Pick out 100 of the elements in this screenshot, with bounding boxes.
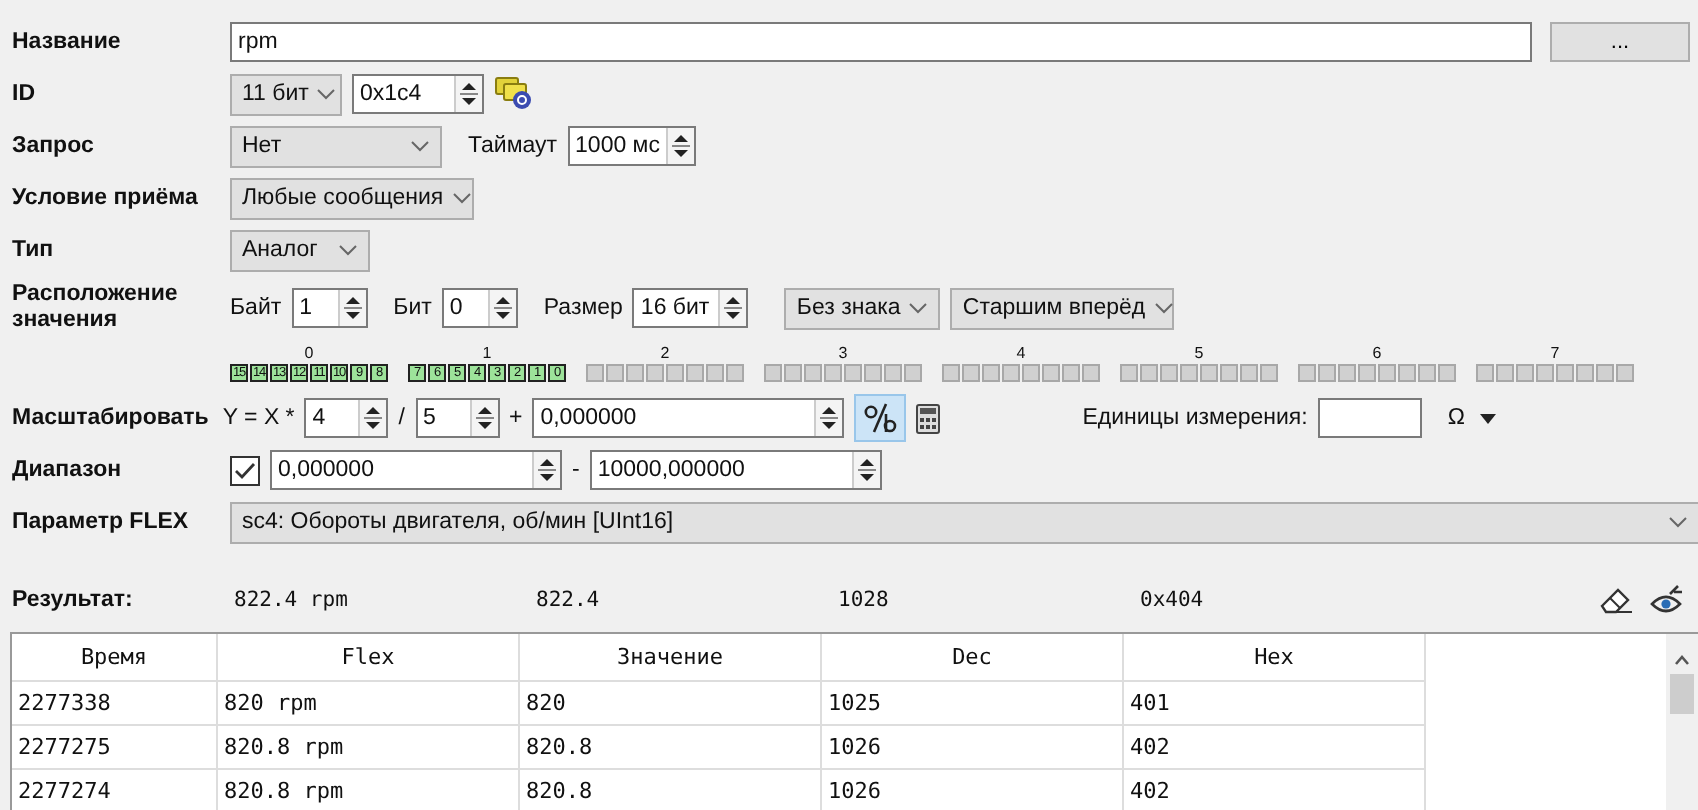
table-cell: 2277274 — [12, 769, 217, 810]
bit-cell[interactable] — [726, 364, 744, 382]
result-value: 822.4 — [536, 588, 602, 612]
bit-cell[interactable] — [1022, 364, 1040, 382]
bit-cell[interactable] — [1438, 364, 1456, 382]
chevron-icon — [1153, 302, 1174, 314]
bit-cell[interactable] — [764, 364, 782, 382]
name-field[interactable]: rpm — [230, 22, 1532, 62]
formula-text: Y = X * — [222, 406, 295, 430]
column-header[interactable]: Dec — [821, 634, 1123, 681]
bit-cell[interactable] — [706, 364, 724, 382]
size-label: Размер — [543, 296, 623, 320]
bit-cell[interactable] — [1298, 364, 1316, 382]
bit-cell[interactable] — [1002, 364, 1020, 382]
table-cell: 2277338 — [12, 681, 217, 725]
bit-cell[interactable] — [1516, 364, 1534, 382]
table-cell: 820.8 rpm — [217, 725, 519, 769]
calculator-icon[interactable] — [916, 403, 941, 433]
bit-cell[interactable] — [1338, 364, 1356, 382]
result-value: 0x404 — [1140, 588, 1206, 612]
bit-cell[interactable] — [686, 364, 704, 382]
byte-order-dropdown[interactable]: Старшим вперёд — [950, 287, 1175, 329]
bit-cell[interactable] — [1260, 364, 1278, 382]
bit-cell[interactable] — [824, 364, 842, 382]
table-cell: 401 — [1123, 681, 1425, 725]
browse-button[interactable]: ... — [1550, 22, 1690, 62]
table-cell: 820.8 — [519, 725, 821, 769]
bit-cell[interactable] — [864, 364, 882, 382]
sign-dropdown[interactable]: Без знака — [784, 287, 941, 329]
field-label: Тип — [12, 238, 56, 262]
bit-cell[interactable] — [804, 364, 822, 382]
bit-cell[interactable] — [1160, 364, 1178, 382]
range-checkbox[interactable] — [230, 455, 260, 485]
bit-cell[interactable] — [1318, 364, 1336, 382]
bit-cell[interactable] — [1476, 364, 1494, 382]
bit-cell[interactable] — [1042, 364, 1060, 382]
bit-cell[interactable] — [586, 364, 604, 382]
caret-icon — [1480, 413, 1497, 423]
bit-cell[interactable] — [844, 364, 862, 382]
result-value: 822.4 rpm — [234, 588, 350, 612]
symbol-menu-button[interactable]: Ω — [1447, 406, 1497, 430]
bit-cell[interactable] — [626, 364, 644, 382]
bit-cell[interactable] — [1180, 364, 1198, 382]
request-dropdown[interactable]: Нет — [230, 125, 442, 167]
bit-cell[interactable] — [1082, 364, 1100, 382]
bit-cell[interactable] — [1062, 364, 1080, 382]
plus-sign: + — [509, 406, 523, 430]
byte-number: 3 — [838, 344, 848, 364]
bit-label: Бит — [393, 296, 432, 320]
scroll-thumb[interactable] — [1670, 674, 1694, 714]
bit-cell[interactable] — [1616, 364, 1634, 382]
condition-dropdown[interactable]: Любые сообщения — [230, 177, 474, 219]
bit-cell[interactable] — [784, 364, 802, 382]
field-label: ID — [12, 82, 37, 106]
scroll-up-icon[interactable] — [1674, 654, 1690, 666]
table-cell: 402 — [1123, 725, 1425, 769]
bit-cell[interactable] — [962, 364, 980, 382]
column-header[interactable]: Время — [12, 634, 217, 681]
result-label: Результат: — [12, 588, 135, 612]
bit-cell[interactable] — [1556, 364, 1574, 382]
bit-cell[interactable] — [1536, 364, 1554, 382]
bit-cell[interactable] — [1358, 364, 1376, 382]
bit-cell[interactable] — [1596, 364, 1614, 382]
id-format-dropdown[interactable]: 11 бит — [230, 73, 342, 115]
bit-cell[interactable] — [884, 364, 902, 382]
bit-cell[interactable] — [606, 364, 624, 382]
bit-cell[interactable] — [1240, 364, 1258, 382]
column-header[interactable]: Значение — [519, 634, 821, 681]
timeout-label: Таймаут — [468, 134, 558, 158]
chevron-icon — [908, 302, 929, 314]
column-header[interactable]: Flex — [217, 634, 519, 681]
bit-cell[interactable] — [982, 364, 1000, 382]
table-cell: 1026 — [821, 769, 1123, 810]
bit-cell[interactable] — [1140, 364, 1158, 382]
column-header[interactable]: Hex — [1123, 634, 1425, 681]
fraction-button[interactable] — [854, 394, 907, 442]
bit-cell[interactable] — [904, 364, 922, 382]
bit-cell[interactable] — [666, 364, 684, 382]
bit-cell[interactable] — [1200, 364, 1218, 382]
units-field[interactable] — [1317, 398, 1422, 438]
table-cell: 2277275 — [12, 725, 217, 769]
flex-parameter-dropdown[interactable]: sc4: Обороты двигателя, об/мин [UInt16] — [230, 501, 1698, 543]
bit-cell[interactable] — [1378, 364, 1396, 382]
eye-icon[interactable] — [1650, 582, 1686, 618]
bit-cell[interactable] — [1418, 364, 1436, 382]
chevron-icon — [316, 88, 337, 100]
byte-number: 0 — [304, 344, 314, 364]
bit-cell[interactable] — [646, 364, 664, 382]
bit-cell[interactable] — [1120, 364, 1138, 382]
field-label: Название — [12, 30, 123, 54]
bit-cell[interactable] — [1496, 364, 1514, 382]
type-dropdown[interactable]: Аналог — [230, 229, 370, 271]
chat-bubbles-icon[interactable] — [494, 76, 534, 112]
bit-cell[interactable] — [1398, 364, 1416, 382]
field-label: Условие приёма — [12, 186, 200, 210]
bit-cell[interactable] — [1220, 364, 1238, 382]
bit-cell[interactable] — [942, 364, 960, 382]
bit-cell[interactable] — [1576, 364, 1594, 382]
eraser-icon[interactable] — [1598, 584, 1634, 616]
scrollbar[interactable] — [1666, 634, 1698, 810]
